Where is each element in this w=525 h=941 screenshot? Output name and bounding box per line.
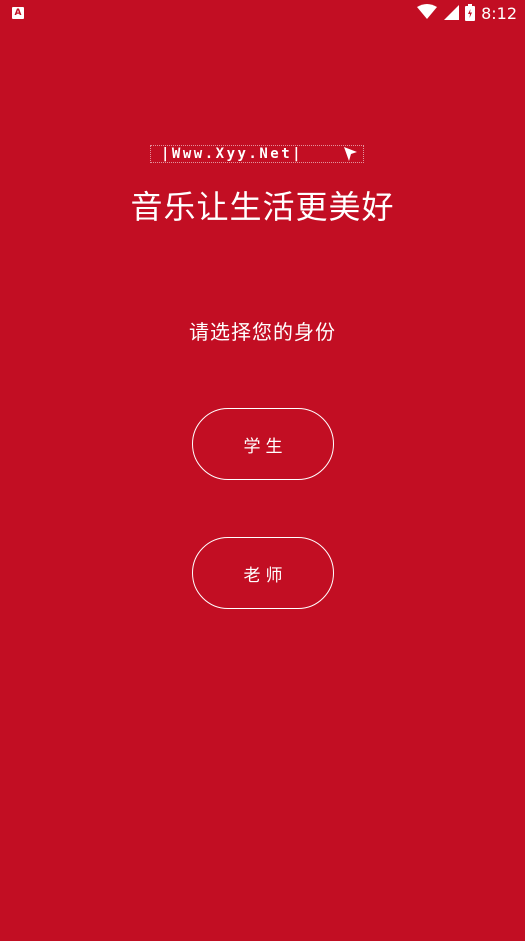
slogan: 音乐让生活更美好 xyxy=(130,188,395,226)
watermark: |Www.Xyy.Net| xyxy=(150,145,364,163)
battery-icon xyxy=(465,3,476,25)
signal-icon xyxy=(443,4,460,24)
identity-prompt: 请选择您的身份 xyxy=(189,320,336,344)
wifi-icon xyxy=(417,4,438,24)
cursor-arrow-icon xyxy=(343,146,359,166)
status-bar: A 8:12 xyxy=(0,0,525,28)
notification-app-icon: A xyxy=(12,7,24,19)
student-button[interactable]: 学生 xyxy=(192,408,334,480)
status-time: 8:12 xyxy=(481,4,517,23)
student-button-label: 学生 xyxy=(243,436,288,457)
teacher-button[interactable]: 老师 xyxy=(192,537,334,609)
status-icons: 8:12 xyxy=(417,3,517,25)
teacher-button-label: 老师 xyxy=(243,565,288,586)
watermark-text: |Www.Xyy.Net| xyxy=(161,146,304,162)
